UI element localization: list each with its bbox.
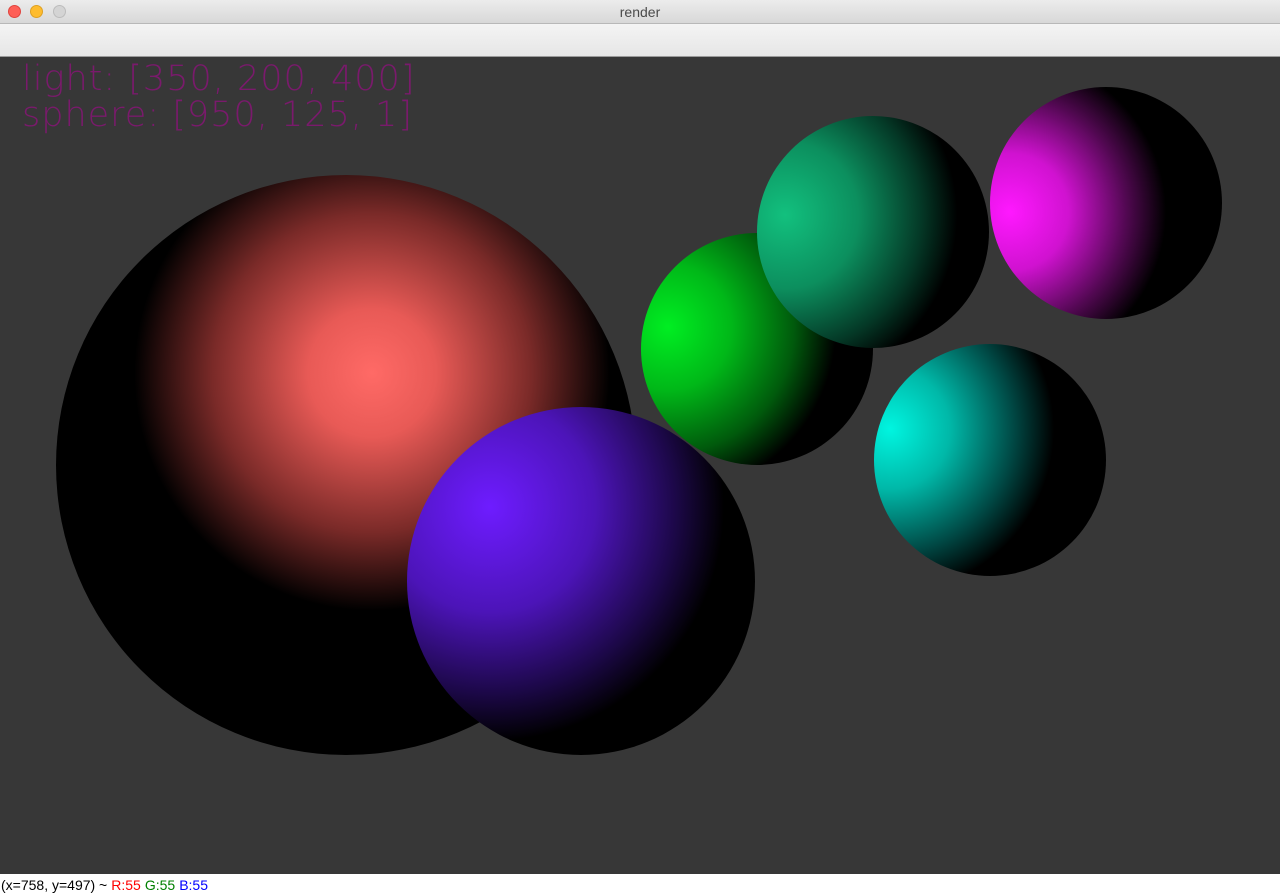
status-bar: (x=758, y=497) ~ R:55 G:55 B:55	[0, 874, 1280, 896]
render-scene	[56, 87, 1222, 755]
title-bar: render	[0, 0, 1280, 24]
sphere-teal	[757, 116, 989, 348]
sphere-cyan	[874, 344, 1106, 576]
toolbar	[0, 24, 1280, 57]
sphere-position-label: sphere: [950, 125, 1]	[22, 95, 413, 135]
pixel-red-value: R:55	[111, 877, 141, 893]
render-canvas[interactable]: light: [350, 200, 400] sphere: [950, 125…	[0, 57, 1280, 874]
cursor-coords: (x=758, y=497) ~	[1, 877, 108, 893]
pixel-blue-value: B:55	[179, 877, 208, 893]
sphere-magenta	[990, 87, 1222, 319]
sphere-violet	[407, 407, 755, 755]
pixel-green-value: G:55	[144, 877, 176, 893]
window-title: render	[619, 4, 661, 20]
light-position-label: light: [350, 200, 400]	[22, 59, 416, 99]
